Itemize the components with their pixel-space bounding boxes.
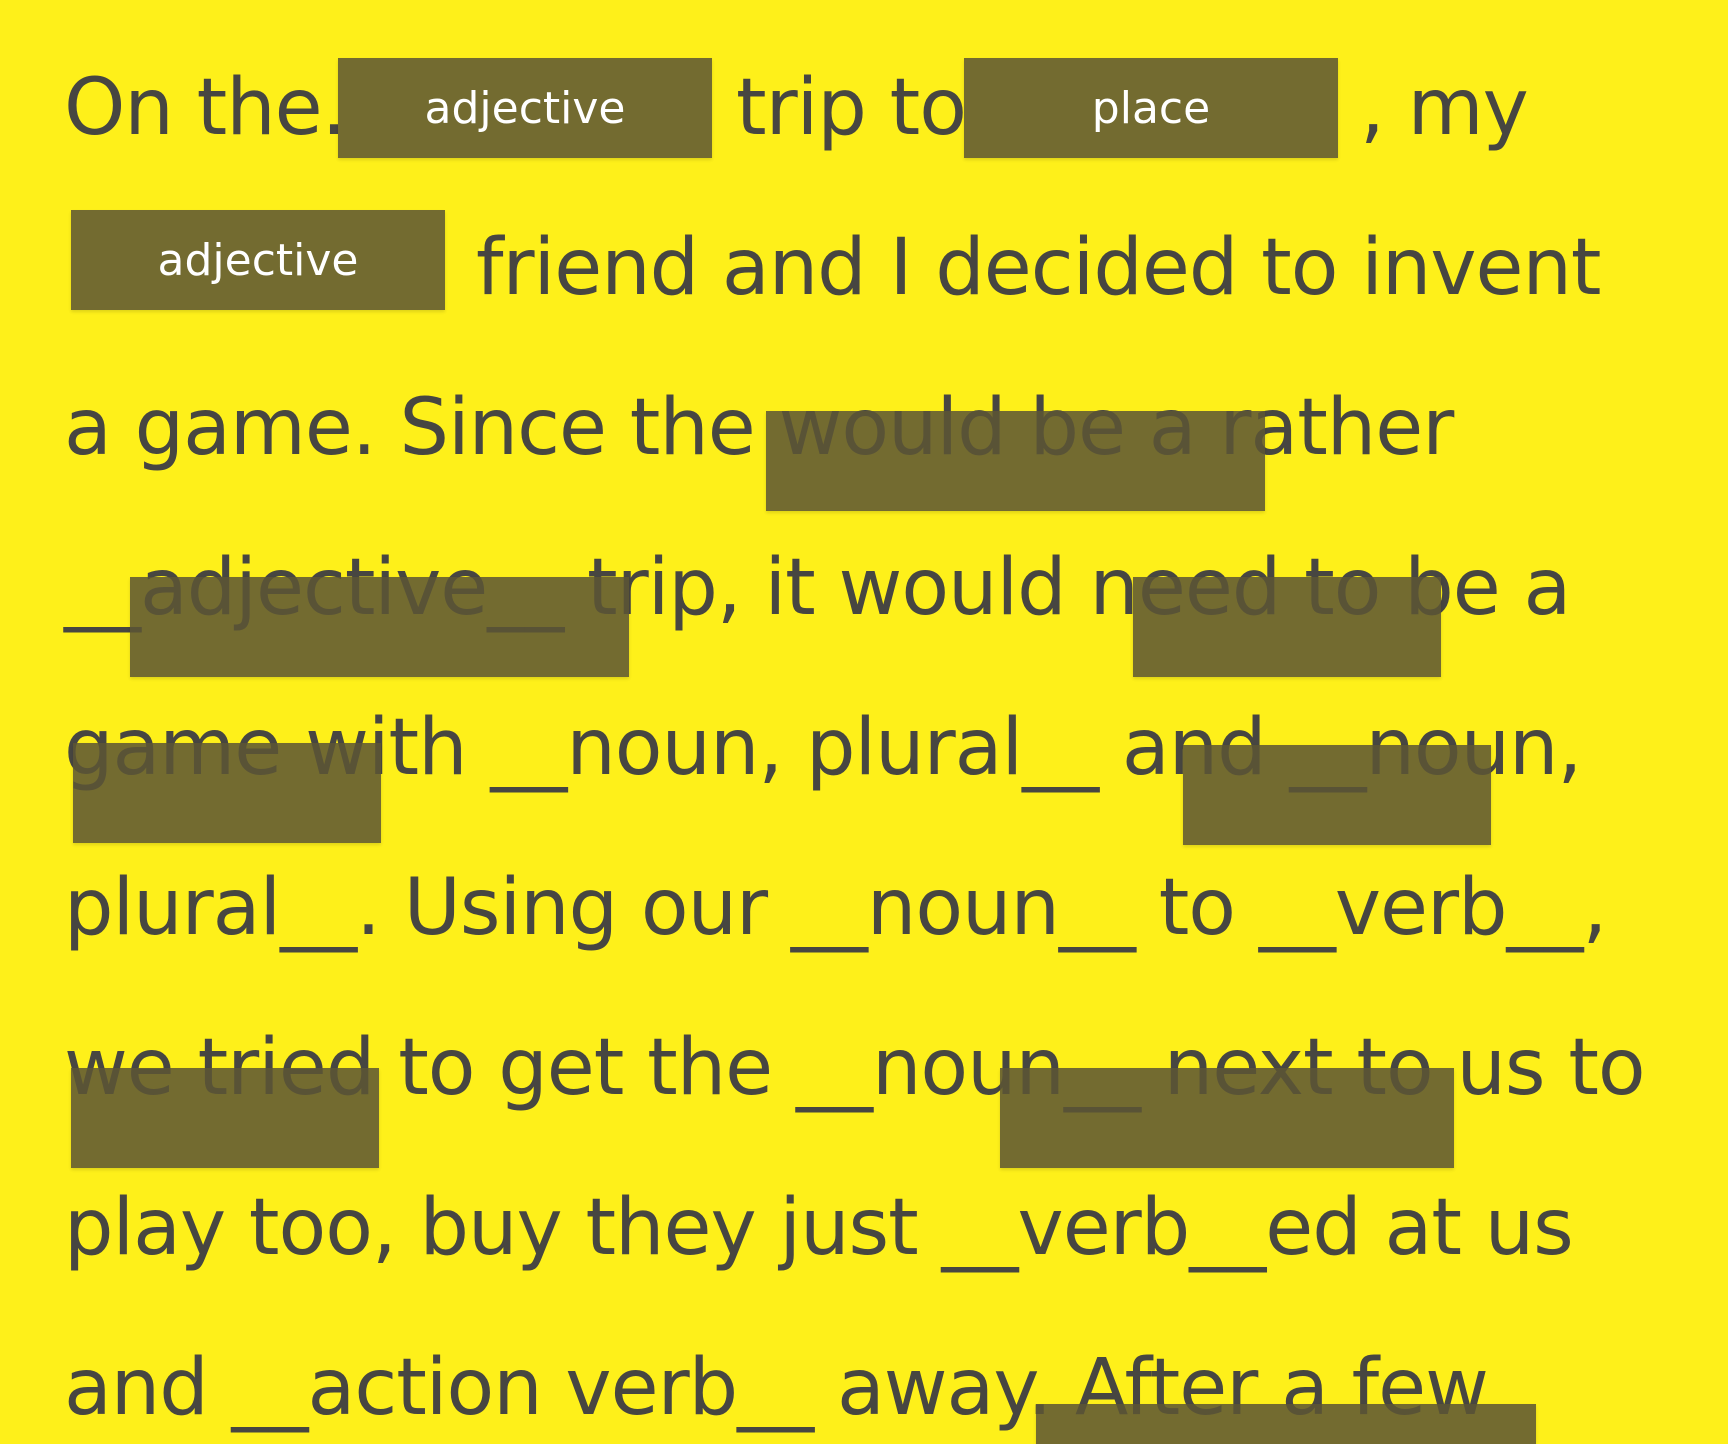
blank-10[interactable] [1036,1404,1536,1444]
blank-6[interactable] [73,743,381,843]
blank-4[interactable] [130,577,629,677]
blank-9[interactable] [1000,1068,1454,1168]
story-line-1-start: On the. [64,63,346,153]
blank-3[interactable] [766,411,1265,511]
story-line-8: play too, buy they just __verb__ed at us [64,1183,1574,1273]
blank-8[interactable] [71,1068,379,1168]
blank-place[interactable]: place [964,58,1338,158]
blank-5[interactable] [1133,577,1441,677]
story-line-2: friend and I decided to invent [476,223,1601,313]
story-line-1-middle: trip to [736,63,967,153]
blank-adjective-2[interactable]: adjective [71,210,445,310]
blank-7[interactable] [1183,745,1491,845]
mad-libs-story: On the. trip to , my friend and I decide… [0,0,1728,1444]
story-line-6: plural__. Using our __noun__ to __verb__… [64,863,1607,953]
blank-adjective-1[interactable]: adjective [338,58,712,158]
story-line-1-end: , my [1360,63,1529,153]
